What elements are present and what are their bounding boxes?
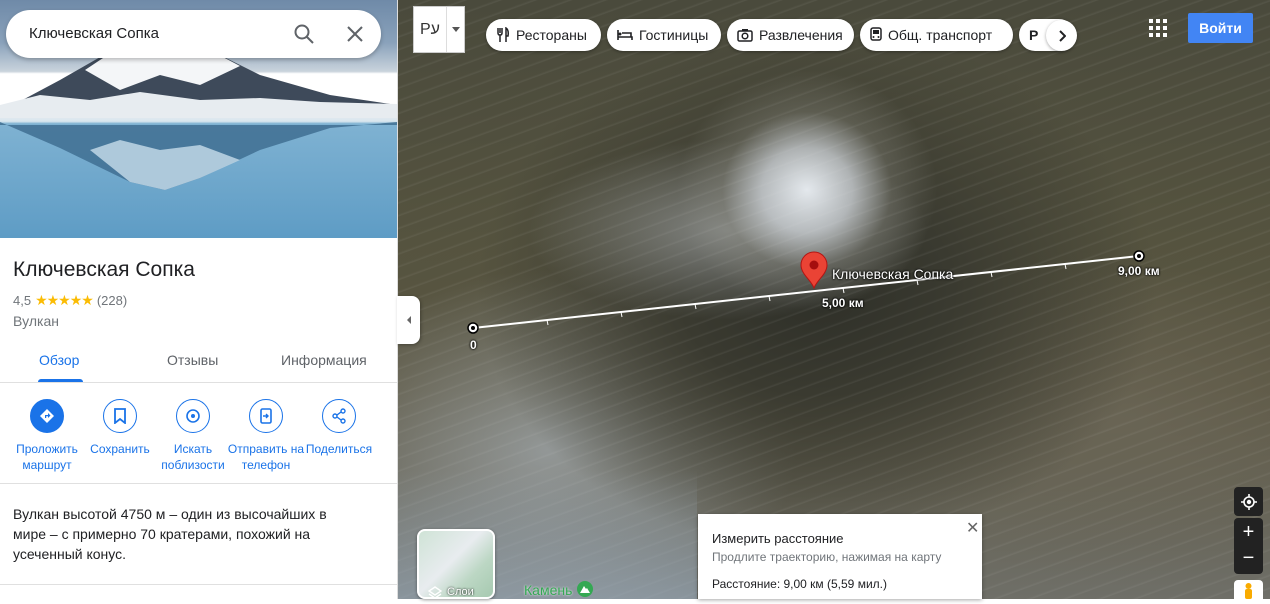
chip-label: Гостиницы — [639, 27, 709, 43]
share-label: Поделиться — [305, 442, 373, 456]
chevron-right-icon — [1058, 29, 1066, 42]
measure-title: Измерить расстояние — [712, 531, 844, 546]
chip-entertainment[interactable]: Развлечения — [727, 19, 854, 51]
poi-label[interactable]: Камень — [524, 580, 594, 598]
send-to-phone-button[interactable]: Отправить на телефон — [226, 399, 306, 473]
place-description: Вулкан высотой 4750 м – один из высочайш… — [13, 506, 327, 562]
search-box[interactable]: Ключевская Сопка — [6, 10, 381, 58]
measure-distance-card: Измерить расстояние Продлите траекторию,… — [698, 514, 982, 599]
chip-label: Р — [1029, 27, 1039, 43]
divider — [0, 584, 397, 585]
transit-icon — [870, 27, 882, 41]
measure-label-end: 9,00 км — [1118, 264, 1160, 278]
close-icon[interactable] — [343, 22, 367, 46]
mountain-pin-icon — [577, 581, 594, 597]
layers-icon — [428, 586, 442, 597]
search-icon[interactable] — [292, 22, 316, 46]
measure-distance: Расстояние: 9,00 км (5,59 мил.) — [712, 577, 887, 591]
language-label: Рע — [420, 21, 440, 38]
chip-label: Общ. транспорт — [888, 27, 993, 43]
layers-button[interactable]: Слои — [417, 529, 495, 599]
send-to-phone-label: Отправить на телефон — [227, 442, 305, 472]
zoom-controls: + − — [1234, 518, 1263, 574]
my-location-button[interactable] — [1234, 487, 1263, 516]
nearby-icon — [176, 399, 210, 433]
save-label: Сохранить — [90, 442, 150, 456]
measure-label-mid: 5,00 км — [822, 296, 864, 310]
star-rating-icon: ★★★★★ — [35, 292, 94, 308]
pegman-icon[interactable] — [1234, 580, 1263, 599]
directions-label: Проложить маршрут — [16, 442, 78, 472]
chip-transit[interactable]: Общ. транспорт — [860, 19, 1013, 51]
send-to-phone-icon — [249, 399, 283, 433]
share-button[interactable]: Поделиться — [299, 399, 379, 457]
chips-next-button[interactable] — [1046, 20, 1077, 51]
chip-label: Развлечения — [759, 27, 843, 43]
divider — [0, 483, 397, 484]
apps-grid-icon[interactable] — [1149, 19, 1167, 37]
camera-icon — [737, 29, 753, 42]
place-category[interactable]: Вулкан — [13, 313, 59, 329]
layers-label: Слои — [447, 586, 474, 598]
tab-overview[interactable]: Обзор — [39, 352, 79, 368]
chip-restaurants[interactable]: Рестораны — [486, 19, 601, 51]
chip-hotels[interactable]: Гостиницы — [607, 19, 721, 51]
measure-hint: Продлите траекторию, нажимая на карту — [712, 550, 942, 564]
place-tabs: Обзор Отзывы Информация — [0, 338, 397, 383]
close-icon[interactable]: ✕ — [966, 518, 979, 538]
nearby-label: Искать поблизости — [161, 442, 225, 472]
tab-active-indicator — [38, 379, 83, 382]
language-button[interactable]: Рע — [413, 6, 465, 53]
share-icon — [322, 399, 356, 433]
save-button[interactable]: Сохранить — [80, 399, 160, 457]
my-location-icon — [1240, 493, 1257, 510]
rating-row[interactable]: 4,5 ★★★★★ (228) — [13, 292, 127, 309]
hotel-icon — [617, 30, 633, 40]
tab-about[interactable]: Информация — [281, 352, 367, 368]
directions-icon — [30, 399, 64, 433]
language-separator — [446, 7, 447, 52]
poi-label-text: Камень — [524, 582, 573, 598]
signin-button[interactable]: Войти — [1188, 13, 1253, 43]
nearby-button[interactable]: Искать поблизости — [153, 399, 233, 473]
collapse-panel-button[interactable] — [397, 296, 420, 344]
restaurant-icon — [497, 27, 509, 42]
measure-label-start: 0 — [470, 338, 477, 352]
chevron-left-icon — [406, 316, 411, 324]
chip-label: Рестораны — [516, 27, 587, 43]
bookmark-icon — [103, 399, 137, 433]
zoom-out-button[interactable]: − — [1243, 546, 1255, 574]
map-canvas[interactable]: 0 5,00 км 9,00 км Ключевская Сопка — [397, 0, 1270, 599]
map-marker-icon — [800, 251, 828, 290]
directions-button[interactable]: Проложить маршрут — [7, 399, 87, 473]
marker-label[interactable]: Ключевская Сопка — [832, 266, 953, 282]
zoom-in-button[interactable]: + — [1243, 518, 1255, 546]
search-input[interactable]: Ключевская Сопка — [29, 25, 159, 42]
tab-reviews[interactable]: Отзывы — [167, 352, 218, 368]
rating-value: 4,5 — [13, 293, 32, 308]
reviews-count[interactable]: (228) — [97, 293, 127, 308]
place-title: Ключевская Сопка — [13, 258, 195, 281]
chevron-down-icon[interactable] — [452, 27, 460, 32]
place-panel: Ключевская Сопка Ключевская Сопка 4,5 ★★… — [0, 0, 398, 599]
